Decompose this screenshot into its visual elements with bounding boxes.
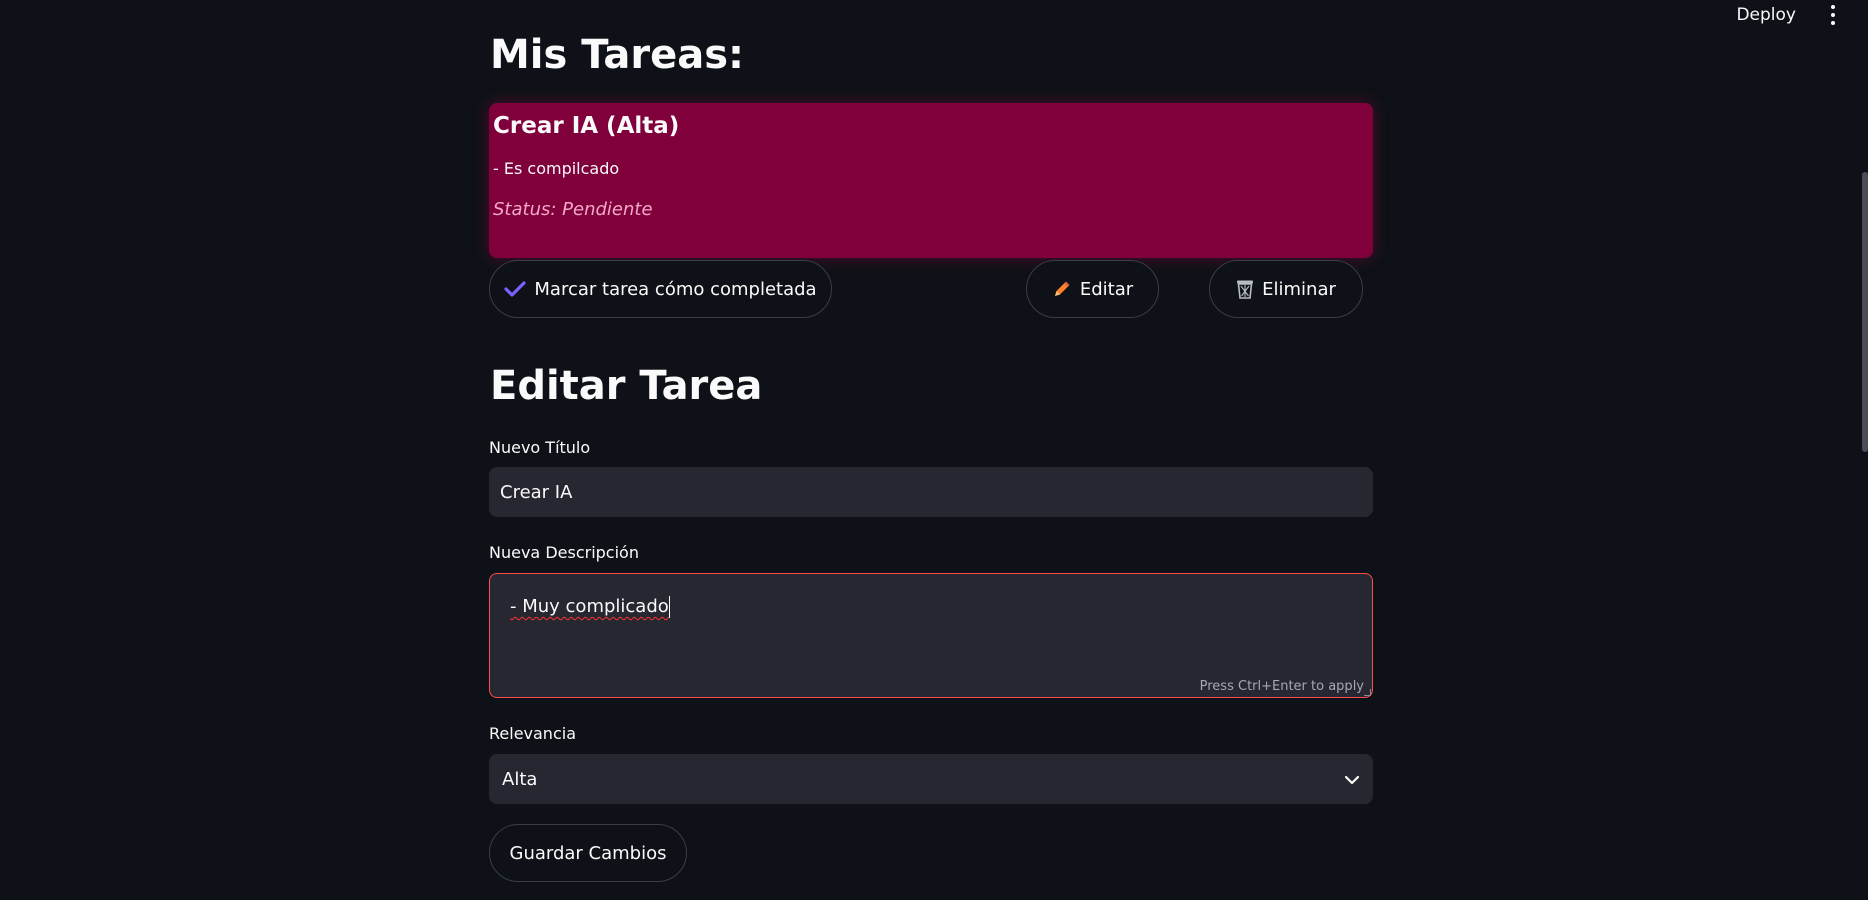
title-input-value: Crear IA <box>500 481 573 503</box>
save-changes-label: Guardar Cambios <box>509 842 667 864</box>
edit-section-heading: Editar Tarea <box>490 363 763 409</box>
description-textarea[interactable]: - Muy complicado Press Ctrl+Enter to app… <box>489 573 1373 698</box>
textarea-hint: Press Ctrl+Enter to apply <box>1199 679 1364 694</box>
deploy-button[interactable]: Deploy <box>1736 5 1796 25</box>
mark-complete-button[interactable]: Marcar tarea cómo completada <box>489 260 832 318</box>
task-card: Crear IA (Alta) - Es compilcado Status: … <box>489 103 1373 258</box>
task-status: Status: Pendiente <box>493 199 653 220</box>
vertical-ellipsis-icon[interactable] <box>1824 5 1842 25</box>
page-title: Mis Tareas: <box>490 32 745 78</box>
title-field-label: Nuevo Título <box>489 438 591 457</box>
app-toolbar: Deploy <box>1736 0 1868 30</box>
description-field-label: Nueva Descripción <box>489 543 639 562</box>
delete-button[interactable]: Eliminar <box>1209 260 1363 318</box>
resize-handle-icon[interactable] <box>1364 689 1371 696</box>
scrollbar[interactable] <box>1862 172 1868 452</box>
wastebasket-icon <box>1236 279 1254 299</box>
delete-label: Eliminar <box>1262 278 1336 300</box>
pencil-icon <box>1052 279 1072 299</box>
check-icon <box>504 280 526 298</box>
relevance-select[interactable]: Alta <box>489 754 1373 804</box>
relevance-field-label: Relevancia <box>489 724 576 743</box>
edit-button[interactable]: Editar <box>1026 260 1159 318</box>
chevron-down-icon <box>1344 769 1360 790</box>
description-textarea-value: - Muy complicado <box>510 596 669 617</box>
text-caret <box>668 596 670 618</box>
task-title: Crear IA (Alta) <box>493 113 680 139</box>
edit-label: Editar <box>1079 278 1134 300</box>
relevance-select-value: Alta <box>502 768 538 790</box>
task-description: - Es compilcado <box>493 159 620 178</box>
save-changes-button[interactable]: Guardar Cambios <box>489 824 687 882</box>
title-input[interactable]: Crear IA <box>489 467 1373 517</box>
mark-complete-label: Marcar tarea cómo completada <box>534 278 817 300</box>
